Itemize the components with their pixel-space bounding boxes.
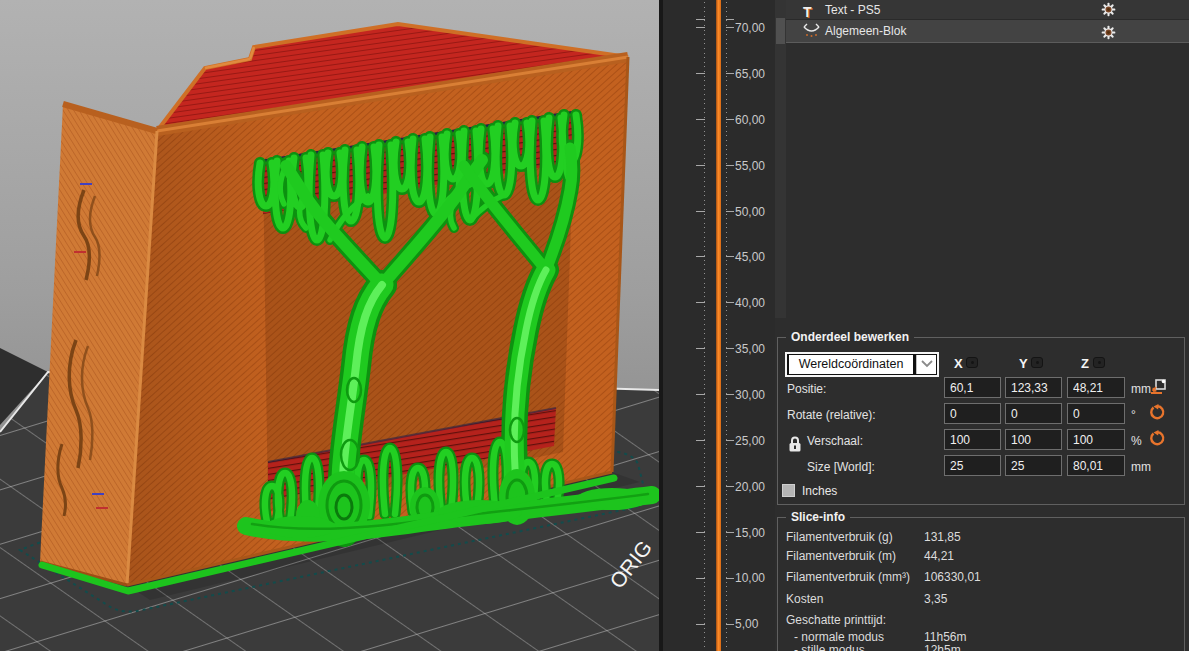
scrollbar-thumb[interactable]	[776, 18, 785, 44]
ruler-label: 60,00	[735, 113, 775, 127]
right-panel: T Text - PS5	[775, 0, 1189, 651]
reset-rotation-icon[interactable]	[1149, 404, 1167, 422]
coordinate-system-select[interactable]: Wereldcoördinaten	[785, 352, 939, 377]
axis-y-icon	[1031, 357, 1043, 368]
slice-info-group: Slice-info Filamentverbruik (g) 131,85 F…	[777, 517, 1185, 651]
ruler-label: 35,00	[735, 342, 775, 356]
scale-lock-icon[interactable]	[788, 435, 802, 456]
size-z-input[interactable]	[1067, 455, 1125, 476]
group-title: Onderdeel bewerken	[786, 330, 914, 344]
scale-x-input[interactable]	[944, 429, 1001, 450]
edit-part-group: Onderdeel bewerken Wereldcoördinaten X Y…	[777, 337, 1185, 505]
position-x-input[interactable]	[944, 377, 1001, 398]
settings-gear-icon[interactable]	[1101, 25, 1116, 40]
ruler-label: 5,00	[735, 617, 775, 631]
mesh-object-icon	[803, 22, 820, 39]
rotate-label: Rotate (relative):	[787, 408, 876, 422]
ruler-label: 20,00	[735, 480, 775, 494]
reset-scale-icon[interactable]	[1149, 430, 1167, 448]
ruler-label: 65,00	[735, 67, 775, 81]
position-z-input[interactable]	[1067, 377, 1125, 398]
ruler-label: 55,00	[735, 159, 775, 173]
ruler-label: 25,00	[735, 434, 775, 448]
slicer-app: ORIG	[0, 0, 1189, 651]
axis-z-icon	[1093, 357, 1105, 368]
ruler-label: 30,00	[735, 388, 775, 402]
ruler-label: 15,00	[735, 526, 775, 540]
rotate-z-input[interactable]	[1067, 403, 1125, 424]
ruler-label: 45,00	[735, 250, 775, 264]
axis-header-y: Y	[1019, 356, 1028, 371]
ruler-label: 50,00	[735, 205, 775, 219]
axis-header-x: X	[954, 356, 963, 371]
drop-to-bed-icon[interactable]	[1149, 378, 1167, 396]
rotate-x-input[interactable]	[944, 403, 1001, 424]
text-object-icon: T	[803, 2, 820, 19]
object-label: Algemeen-Blok	[825, 24, 906, 38]
chevron-down-icon[interactable]	[916, 355, 936, 374]
list-scrollbar[interactable]	[775, 0, 786, 318]
position-label: Positie:	[787, 382, 826, 396]
size-x-input[interactable]	[944, 455, 1001, 476]
size-label: Size [World]:	[807, 460, 875, 474]
size-y-input[interactable]	[1005, 455, 1062, 476]
scale-label: Verschaal:	[807, 434, 863, 448]
object-row-text[interactable]: T Text - PS5	[786, 0, 1189, 20]
scale-z-input[interactable]	[1067, 429, 1125, 450]
settings-gear-icon[interactable]	[1101, 2, 1116, 17]
z-ruler: 70,00 65,00 60,00 55,00 50,00 45,00 40,0…	[663, 0, 775, 651]
scale-y-input[interactable]	[1005, 429, 1062, 450]
axis-header-z: Z	[1081, 356, 1089, 371]
ruler-label: 40,00	[735, 296, 775, 310]
position-y-input[interactable]	[1005, 377, 1062, 398]
object-label: Text - PS5	[825, 3, 880, 17]
object-row-algemeen-blok[interactable]: Algemeen-Blok	[786, 20, 1189, 43]
group-title: Slice-info	[786, 510, 850, 524]
rotate-y-input[interactable]	[1005, 403, 1062, 424]
inches-label: Inches	[802, 484, 837, 498]
ruler-label: 70,00	[735, 21, 775, 35]
ruler-label: 10,00	[735, 571, 775, 585]
layer-slider[interactable]	[716, 0, 721, 651]
inches-checkbox[interactable]	[782, 484, 795, 497]
viewport-3d[interactable]: ORIG	[0, 0, 659, 651]
axis-x-icon	[966, 357, 978, 368]
